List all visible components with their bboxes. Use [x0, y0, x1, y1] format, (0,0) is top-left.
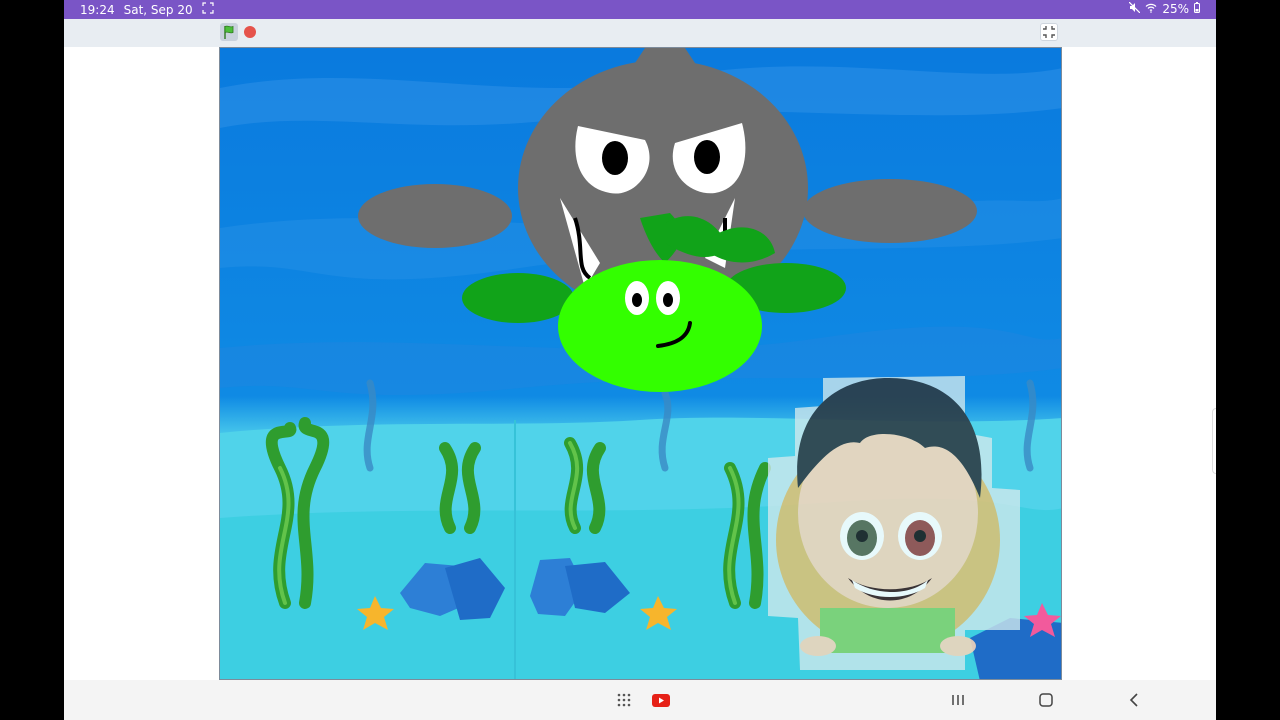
project-stage[interactable] [219, 47, 1062, 680]
home-button[interactable] [1036, 690, 1056, 710]
side-panel-handle[interactable] [1212, 408, 1216, 474]
screenshot-icon [202, 2, 214, 17]
recents-button[interactable] [948, 690, 968, 710]
app-drawer-button[interactable] [614, 690, 634, 710]
exit-fullscreen-button[interactable] [1040, 23, 1058, 41]
exit-fullscreen-icon [1041, 25, 1057, 44]
status-time: 19:24 [80, 2, 115, 17]
green-flag-button[interactable] [220, 23, 238, 41]
stage-header [64, 19, 1216, 47]
home-icon [1036, 693, 1056, 714]
app-drawer-icon [614, 693, 634, 714]
tablet-screen: 19:24 Sat, Sep 20 25% [64, 0, 1216, 720]
battery-level: 25% [1162, 2, 1189, 16]
recents-icon [948, 695, 968, 714]
youtube-icon [651, 694, 671, 714]
mute-icon [1128, 1, 1141, 16]
green-flag-icon [220, 25, 238, 45]
status-bar: 19:24 Sat, Sep 20 25% [64, 0, 1216, 19]
battery-icon [1194, 2, 1200, 16]
back-button[interactable] [1124, 690, 1144, 710]
youtube-app-button[interactable] [651, 690, 671, 710]
navigation-bar [64, 680, 1216, 720]
stop-button[interactable] [244, 26, 256, 38]
status-date: Sat, Sep 20 [123, 2, 193, 17]
back-icon [1124, 693, 1144, 714]
underwater-scene [220, 48, 1061, 679]
wifi-icon [1145, 2, 1157, 16]
